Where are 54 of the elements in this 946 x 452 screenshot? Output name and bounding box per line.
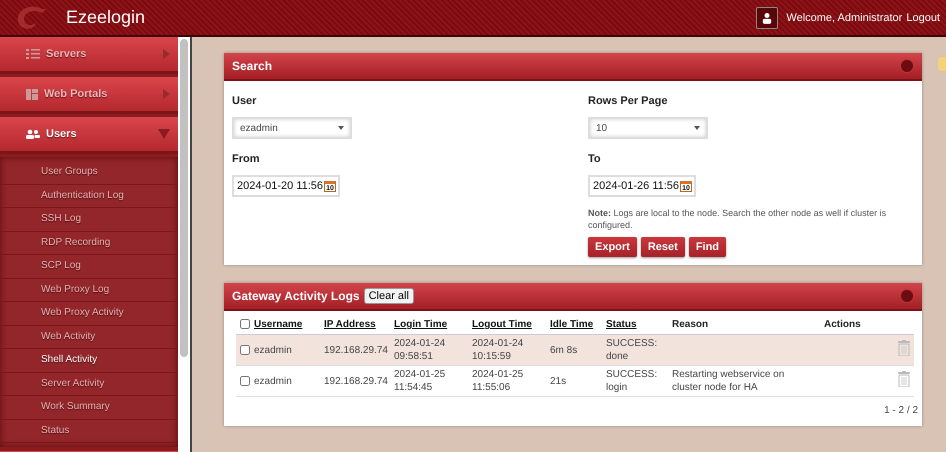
table-cell: 21s	[550, 376, 566, 386]
action-button[interactable]: Find	[688, 237, 726, 257]
panel-title: Gateway Activity Logs	[232, 289, 360, 303]
table-cell: 2024-01-25 11:54:45	[394, 369, 446, 393]
trash-icon[interactable]	[898, 371, 910, 387]
column-sort-link[interactable]: Logout Time	[472, 319, 532, 330]
clear-all-button[interactable]: Clear all	[364, 288, 414, 304]
note-text: Note: Logs are local to the node. Search the other node as well if cluster is configured.	[588, 207, 888, 231]
panel-title: Search	[232, 59, 272, 73]
column-sort-link[interactable]: IP Address	[324, 319, 376, 330]
app-title: Ezeelogin	[66, 7, 146, 28]
row-checkbox[interactable]	[240, 376, 250, 386]
action-button[interactable]: Reset	[640, 237, 685, 257]
collapse-icon[interactable]	[900, 289, 914, 303]
layout-icon	[26, 88, 38, 100]
column-sort-link[interactable]: Login Time	[394, 319, 448, 330]
table-cell: 192.168.29.74	[324, 344, 388, 356]
sidebar-item[interactable]: Users	[0, 117, 178, 154]
trash-icon[interactable]	[898, 340, 910, 356]
action-button[interactable]: Export	[588, 237, 637, 257]
table-cell: Restarting webservice on cluster node for HA	[672, 369, 784, 393]
column-sort-link[interactable]: Username	[254, 319, 302, 330]
sidebar-item-label: Users	[46, 128, 78, 140]
select-all-checkbox[interactable]	[240, 319, 250, 330]
field-label: From	[232, 153, 260, 165]
table-cell: 192.168.29.74	[324, 376, 388, 386]
logout-link[interactable]: Logout	[906, 12, 940, 24]
collapse-icon[interactable]	[900, 59, 914, 73]
table-cell: 2024-01-24 09:58:51	[394, 338, 446, 362]
sidebar-item-label: Servers	[46, 48, 88, 60]
table-cell: ezadmin	[254, 344, 292, 356]
table-cell: 2024-01-24 10:15:59	[472, 338, 524, 362]
column-header: Actions	[824, 319, 861, 330]
pagination-text: 1 - 2 / 2	[883, 404, 919, 418]
field-label: Rows Per Page	[588, 95, 668, 107]
table-cell: SUCCESS: done	[606, 338, 658, 362]
table-cell: 6m 8s	[550, 344, 578, 356]
users-icon	[26, 129, 40, 139]
table-cell: ezadmin	[254, 376, 292, 386]
dropdown[interactable]: ezadmin	[232, 117, 352, 139]
scrollbar-thumb[interactable]	[180, 39, 188, 357]
column-header: Reason	[672, 319, 708, 330]
welcome-text: Welcome, Administrator	[786, 12, 902, 24]
list-icon	[26, 49, 40, 59]
sidebar-item-label: Web Portals	[44, 88, 108, 100]
dropdown[interactable]: 10	[588, 117, 708, 139]
field-label: User	[232, 95, 256, 107]
field-label: To	[588, 153, 601, 165]
user-avatar-icon	[756, 6, 778, 28]
table-cell: 2024-01-25 11:55:06	[472, 369, 524, 393]
row-checkbox[interactable]	[240, 344, 250, 355]
column-sort-link[interactable]: Idle Time	[550, 319, 594, 330]
table-cell: SUCCESS: login	[606, 369, 658, 393]
column-sort-link[interactable]: Status	[606, 319, 637, 330]
